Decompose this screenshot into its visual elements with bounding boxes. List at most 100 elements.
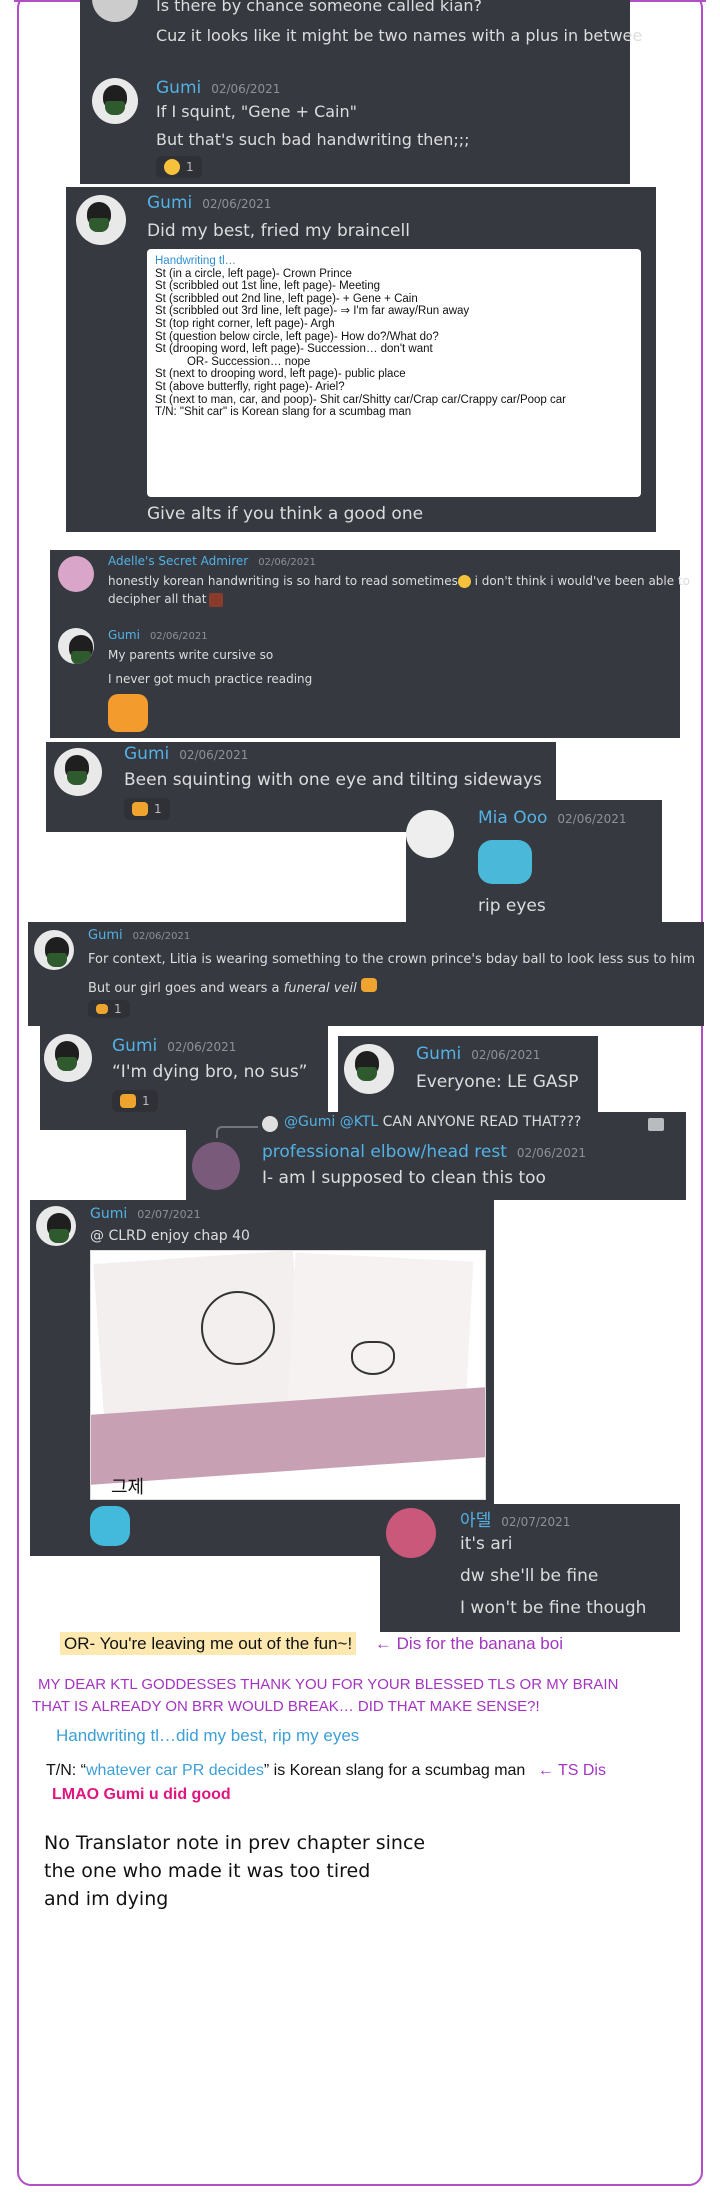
message-text: Cuz it looks like it might be two names … — [156, 26, 643, 45]
message-card-12: 아델 02/07/2021 it's ari dw she'll be fine … — [380, 1504, 680, 1632]
avatar — [54, 748, 102, 796]
timestamp: 02/06/2021 — [211, 82, 281, 96]
message-text: My parents write cursive so — [108, 648, 274, 662]
username[interactable]: Gumi 02/06/2021 — [108, 628, 208, 642]
timestamp: 02/06/2021 — [132, 931, 191, 942]
timestamp: 02/06/2021 — [179, 748, 249, 762]
tn-note: T/N: “whatever car PR decides” is Korean… — [46, 1762, 606, 1779]
timestamp: 02/07/2021 — [501, 1515, 571, 1529]
message-card-7: Gumi 02/06/2021 For context, Litia is wea… — [28, 922, 704, 1026]
message-card-9: Gumi 02/06/2021 Everyone: LE GASP — [338, 1036, 598, 1112]
emoji-icon — [96, 1004, 108, 1014]
tl-line: St (above butterfly, right page)- Ariel? — [155, 380, 345, 393]
username[interactable]: Gumi 02/06/2021 — [416, 1044, 540, 1064]
avatar — [58, 556, 94, 592]
avatar — [192, 1142, 240, 1190]
handwriting-note: Handwriting tl…did my best, rip my eyes — [56, 1726, 360, 1745]
emoji-icon — [120, 1094, 136, 1108]
username[interactable]: Gumi 02/06/2021 — [147, 193, 271, 213]
message-text: I won't be fine though — [460, 1598, 647, 1618]
message-card-6: Mia Ooo 02/06/2021 rip eyes — [406, 800, 662, 922]
tl-line: St (drooping word, left page)- Successio… — [155, 343, 433, 356]
avatar — [92, 0, 138, 22]
tl-line: T/N: "Shit car" is Korean slang for a sc… — [155, 406, 412, 419]
tl-line: St (question below circle, left page)- H… — [155, 330, 439, 343]
emoji-icon — [457, 575, 471, 588]
emoji-icon — [208, 592, 223, 607]
tl-line: St (next to drooping word, left page)- p… — [155, 368, 406, 381]
message-text: Give alts if you think a good one — [147, 504, 424, 524]
timestamp: 02/07/2021 — [137, 1208, 201, 1221]
avatar — [58, 628, 94, 664]
timestamp: 02/06/2021 — [167, 1040, 237, 1054]
reply-preview[interactable]: @Gumi @KTL CAN ANYONE READ THAT??? — [284, 1114, 581, 1130]
emoji-icon — [132, 802, 148, 816]
reaction-button[interactable]: 1 — [88, 1000, 130, 1018]
emoji-icon — [360, 978, 377, 992]
message-text: it's ari — [460, 1534, 513, 1554]
username[interactable]: Gumi 02/06/2021 — [124, 744, 248, 764]
translation-image[interactable]: Handwriting tl… St (in a circle, left pa… — [147, 249, 641, 497]
username[interactable]: Gumi 02/06/2021 — [156, 78, 280, 98]
tl-line: St (top right corner, left page)- Argh — [155, 317, 335, 330]
message-text: I- am I supposed to clean this too — [262, 1168, 546, 1188]
thanks-line-2: THAT IS ALREADY ON BRR WOULD BREAK… DID … — [32, 1698, 540, 1715]
message-text: Been squinting with one eye and tilting … — [124, 770, 542, 790]
message-text: But our girl goes and wears a funeral ve… — [88, 978, 377, 996]
message-text: rip eyes — [478, 896, 546, 916]
timestamp: 02/06/2021 — [202, 197, 272, 211]
username[interactable]: Adelle's Secret Admirer 02/06/2021 — [108, 554, 316, 568]
message-text: “I'm dying bro, no sus” — [112, 1062, 308, 1082]
manga-page-image[interactable]: 그제 — [90, 1250, 486, 1500]
username[interactable]: 아델 02/07/2021 — [460, 1506, 570, 1531]
message-text: Did my best, fried my braincell — [147, 221, 410, 241]
message-card-11: Gumi 02/07/2021 @ CLRD enjoy chap 40 그제 — [30, 1200, 494, 1556]
tl-line: St (scribbled out 2nd line, left page)- … — [155, 292, 418, 305]
username[interactable]: Gumi 02/07/2021 — [90, 1206, 201, 1222]
reaction-button[interactable]: 1 — [112, 1090, 158, 1112]
reaction-button[interactable]: 1 — [124, 798, 170, 820]
sticker-icon — [90, 1506, 130, 1546]
timestamp: 02/06/2021 — [149, 631, 208, 642]
username[interactable]: Gumi 02/06/2021 — [88, 928, 190, 943]
lmao-note: LMAO Gumi u did good — [52, 1786, 231, 1803]
message-text: dw she'll be fine — [460, 1566, 599, 1586]
tl-line: St (scribbled out 1st line, left page)- … — [155, 280, 381, 293]
tl-line: St (scribbled out 3rd line, left page)- … — [155, 305, 470, 318]
avatar — [406, 810, 454, 858]
message-text: I never got much practice reading — [108, 672, 313, 686]
avatar — [92, 78, 138, 124]
message-card-10: @Gumi @KTL CAN ANYONE READ THAT??? profe… — [186, 1112, 686, 1200]
message-text: If I squint, "Gene + Cain" — [156, 102, 357, 121]
message-text: For context, Litia is wearing something … — [88, 952, 696, 967]
butterfly-icon — [351, 1341, 395, 1375]
sticker-icon — [478, 840, 532, 884]
translator-note-line: No Translator note in prev chapter since — [44, 1832, 426, 1854]
reply-connector — [216, 1126, 258, 1138]
alt-translation-note: OR- You're leaving me out of the fun~! ←… — [60, 1632, 563, 1655]
message-card-4: Adelle's Secret Admirer 02/06/2021 honest… — [50, 550, 690, 738]
message-text: But that's such bad handwriting then;;; — [156, 130, 470, 149]
translator-note-line: and im dying — [44, 1888, 169, 1910]
message-text: @ CLRD enjoy chap 40 — [90, 1228, 250, 1244]
timestamp: 02/06/2021 — [258, 557, 316, 568]
image-icon — [648, 1118, 664, 1131]
thanks-line-1: MY DEAR KTL GODDESSES THANK YOU FOR YOUR… — [38, 1676, 619, 1693]
reaction-button[interactable]: 1 — [156, 156, 202, 178]
sticker-icon — [108, 694, 148, 732]
avatar — [36, 1206, 76, 1246]
tl-line: St (next to man, car, and poop)- Shit ca… — [155, 393, 566, 406]
username[interactable]: Mia Ooo 02/06/2021 — [478, 808, 627, 828]
username[interactable]: professional elbow/head rest 02/06/2021 — [262, 1142, 586, 1162]
avatar — [76, 195, 126, 245]
avatar — [344, 1044, 394, 1094]
avatar — [44, 1034, 92, 1082]
avatar — [34, 930, 74, 970]
scribble-circle-icon — [201, 1291, 275, 1365]
timestamp: 02/06/2021 — [471, 1048, 541, 1062]
tl-line: St (in a circle, left page)- Crown Princ… — [155, 267, 352, 280]
username[interactable]: Gumi 02/06/2021 — [112, 1036, 236, 1056]
reply-avatar — [262, 1116, 278, 1132]
tl-line: OR- Succession… nope — [155, 355, 311, 368]
image-caption: 그제 — [111, 1477, 145, 1498]
